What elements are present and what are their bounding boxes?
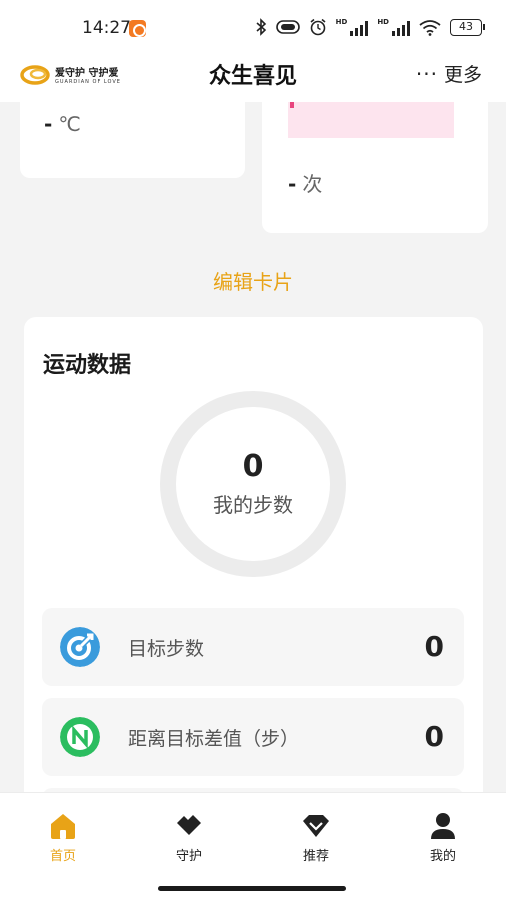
vibrate-icon bbox=[275, 20, 300, 34]
count-unit: 次 bbox=[302, 172, 323, 196]
diamond-icon bbox=[303, 815, 329, 837]
nav-mine-label: 我的 bbox=[429, 849, 456, 864]
battery-icon: 43 bbox=[450, 18, 485, 36]
steps-value: 0 bbox=[242, 449, 264, 484]
more-label: 更多 bbox=[443, 64, 482, 86]
app-header: 爱守护 守护爱 GUARDIAN OF LOVE 众生喜见 ··· 更多 bbox=[0, 46, 506, 102]
steps-remaining-row[interactable]: 距离目标差值（步） 0 bbox=[42, 698, 464, 776]
target-steps-label: 目标步数 bbox=[128, 638, 205, 660]
hd-label-2: HD bbox=[377, 18, 389, 26]
nav-home[interactable]: 首页 bbox=[23, 811, 103, 864]
target-icon bbox=[60, 627, 100, 667]
nav-home-label: 首页 bbox=[49, 849, 76, 864]
app-notification-icon bbox=[129, 20, 146, 37]
count-card[interactable]: -次 bbox=[262, 96, 488, 233]
more-dots-icon: ··· bbox=[415, 61, 438, 86]
nav-recommend-label: 推荐 bbox=[302, 849, 329, 864]
card-chart-area bbox=[288, 102, 454, 138]
signal-icon: HD bbox=[336, 18, 369, 36]
nav-mine[interactable]: 我的 bbox=[403, 811, 483, 864]
steps-remaining-value: 0 bbox=[424, 720, 444, 753]
temperature-card[interactable]: - ℃ bbox=[20, 96, 245, 178]
guard-icon bbox=[177, 815, 201, 835]
target-steps-row[interactable]: 目标步数 0 bbox=[42, 608, 464, 686]
n-badge-icon bbox=[60, 717, 100, 757]
status-time: 14:27 bbox=[82, 18, 131, 38]
home-indicator[interactable] bbox=[158, 886, 346, 891]
nav-recommend[interactable]: 推荐 bbox=[276, 811, 356, 864]
more-button[interactable]: ··· 更多 bbox=[416, 60, 482, 87]
user-icon bbox=[431, 813, 455, 839]
steps-remaining-label: 距离目标差值（步） bbox=[128, 728, 300, 750]
temperature-unit: ℃ bbox=[58, 112, 81, 136]
edit-cards-link[interactable]: 编辑卡片 bbox=[0, 266, 506, 295]
count-dash: - bbox=[288, 172, 297, 196]
home-icon bbox=[51, 814, 75, 839]
alarm-icon bbox=[310, 18, 326, 36]
wifi-icon bbox=[419, 19, 441, 36]
bluetooth-icon bbox=[256, 18, 266, 36]
nav-guard[interactable]: 守护 bbox=[149, 811, 229, 864]
steps-ring bbox=[160, 391, 346, 577]
sport-data-card: 运动数据 0 我的步数 目标步数 0 距离目标差值（步） 0 bbox=[24, 317, 483, 837]
status-icons: HD HD 43 bbox=[255, 18, 485, 36]
hd-label: HD bbox=[335, 18, 348, 26]
count-value: -次 bbox=[288, 168, 322, 197]
temperature-dash: - bbox=[44, 112, 53, 136]
bottom-nav: 首页 守护 推荐 我的 bbox=[0, 792, 506, 900]
steps-label: 我的步数 bbox=[213, 493, 293, 517]
sport-title: 运动数据 bbox=[43, 353, 132, 378]
signal-icon-2: HD bbox=[377, 18, 410, 36]
temperature-value: - ℃ bbox=[44, 112, 81, 136]
target-steps-value: 0 bbox=[424, 630, 444, 663]
nav-guard-label: 守护 bbox=[175, 849, 202, 864]
